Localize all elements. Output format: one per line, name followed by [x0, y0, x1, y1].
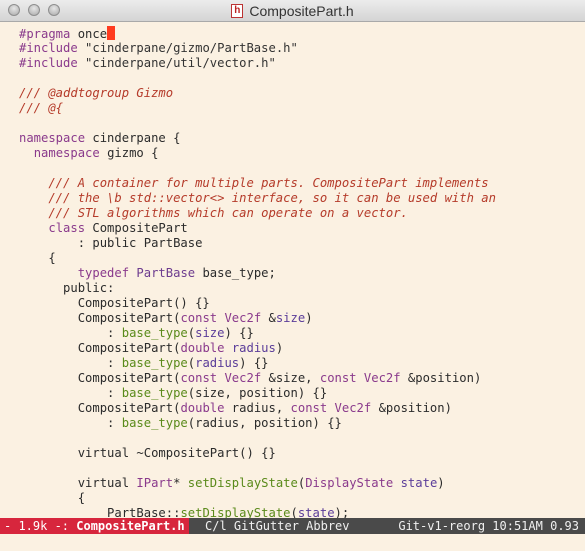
code-editor[interactable]: #pragma once #include "cinderpane/gizmo/P… [0, 22, 585, 518]
window-title: h CompositePart.h [0, 0, 585, 22]
buffer-name[interactable]: CompositePart.h [76, 519, 184, 533]
vcs-branch[interactable]: Git-v1-reorg [398, 519, 485, 533]
buffer-state: - 1.9k -: [4, 519, 77, 533]
code-line[interactable]: CompositePart() {} [19, 296, 210, 311]
code-line[interactable]: PartBase::setDisplayState(state); [19, 506, 349, 518]
code-line[interactable]: typedef PartBase base_type; [19, 266, 276, 281]
code-line[interactable]: class CompositePart [19, 221, 187, 236]
code-line[interactable]: /// @{ [19, 101, 63, 116]
code-line[interactable]: /// STL algorithms which can operate on … [19, 206, 408, 221]
code-line[interactable]: CompositePart(const Vec2f &size) [19, 311, 313, 326]
code-line[interactable]: virtual ~CompositePart() {} [19, 446, 276, 461]
code-line[interactable]: : base_type(radius) {} [19, 356, 268, 371]
code-line[interactable]: public: [19, 281, 114, 296]
code-line[interactable]: CompositePart(double radius, const Vec2f… [19, 401, 452, 416]
editor-window: h CompositePart.h #pragma once #include "… [0, 0, 585, 551]
code-line[interactable]: #include "cinderpane/util/vector.h" [19, 56, 276, 71]
window-title-text: CompositePart.h [249, 3, 354, 19]
code-line[interactable]: { [19, 251, 55, 266]
code-line[interactable]: virtual IPart* setDisplayState(DisplaySt… [19, 476, 445, 491]
code-line[interactable]: CompositePart(const Vec2f &size, const V… [19, 371, 482, 386]
minibuffer[interactable] [0, 534, 585, 551]
code-line[interactable]: /// @addtogroup Gizmo [19, 86, 173, 101]
clock: 10:51AM [492, 519, 543, 533]
code-line[interactable]: #include "cinderpane/gizmo/PartBase.h" [19, 41, 298, 56]
code-line[interactable]: : base_type(size) {} [19, 326, 254, 341]
code-line[interactable]: CompositePart(double radius) [19, 341, 284, 356]
code-line[interactable]: : base_type(size, position) {} [19, 386, 327, 401]
title-bar: h CompositePart.h [0, 0, 585, 22]
code-line[interactable]: /// the \b std::vector<> interface, so i… [19, 191, 496, 206]
code-line[interactable]: : base_type(radius, position) {} [19, 416, 342, 431]
buffer-state-segment: - 1.9k -: CompositePart.h [0, 518, 189, 534]
status-right: Git-v1-reorg 10:51AM 0.93 [398, 518, 579, 534]
text-cursor [107, 26, 116, 40]
code-line[interactable]: namespace gizmo { [19, 146, 159, 161]
load-average: 0.93 [550, 519, 579, 533]
code-line[interactable]: { [19, 491, 85, 506]
mode-line: - 1.9k -: CompositePart.h C/l GitGutter … [0, 518, 585, 534]
code-line[interactable]: #pragma once [19, 26, 116, 41]
major-minor-modes[interactable]: C/l GitGutter Abbrev [205, 518, 350, 534]
header-file-icon: h [231, 4, 244, 18]
code-line[interactable]: namespace cinderpane { [19, 131, 180, 146]
code-line[interactable]: /// A container for multiple parts. Comp… [19, 176, 488, 191]
code-line[interactable]: : public PartBase [19, 236, 203, 251]
